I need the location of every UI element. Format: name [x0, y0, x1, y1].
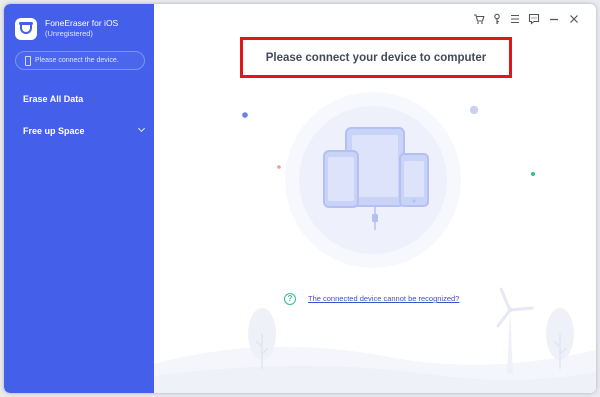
windmill-decoration	[496, 287, 534, 374]
question-icon: ?	[284, 293, 296, 305]
app-window: FoneEraser for iOS (Unregistered) Please…	[4, 4, 596, 393]
connect-device-illustration	[154, 92, 596, 393]
device-not-recognized-link[interactable]: The connected device cannot be recognize…	[308, 294, 459, 303]
